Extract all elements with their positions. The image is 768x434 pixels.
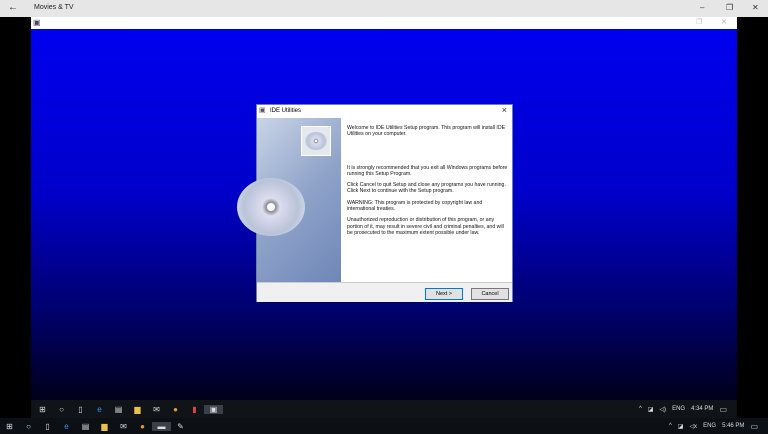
file-explorer-button[interactable]: ▆ xyxy=(95,422,114,431)
paint-button[interactable]: ✎ xyxy=(171,422,190,431)
task-view-icon: ▯ xyxy=(78,404,83,414)
installer-icon: ▣ xyxy=(259,107,266,114)
mail-icon: ✉ xyxy=(153,404,160,414)
video-area: ▣ ❐ ✕ ▣ IDE Utilities × Welcome to IDE U… xyxy=(31,17,737,418)
back-arrow-icon[interactable]: ← xyxy=(8,2,18,13)
recommend-text: It is strongly recommended that you exit… xyxy=(347,164,508,177)
inner-close-icon: ✕ xyxy=(721,19,727,26)
app-icon: ▮ xyxy=(192,404,197,414)
legal-text: Unauthorized reproduction or distributio… xyxy=(347,217,504,236)
edge-icon: e xyxy=(97,404,102,414)
setup-banner-image xyxy=(237,118,341,282)
inner-system-tray: ^ ◪ ◁) ENG 4:34 PM ▭ xyxy=(639,400,737,418)
setup-taskbar-icon: ▣ xyxy=(204,404,223,414)
inner-restore-icon: ❐ xyxy=(696,19,703,26)
next-button[interactable]: Next > xyxy=(425,288,463,300)
chrome-icon: ● xyxy=(173,404,178,414)
restore-icon[interactable]: ❐ xyxy=(726,3,733,12)
welcome-text: Welcome to IDE Utilities Setup program. … xyxy=(347,125,506,138)
movies-tv-button[interactable]: ▬ xyxy=(152,421,171,431)
dialog-close-icon[interactable]: × xyxy=(502,105,507,115)
clock[interactable]: 5:46 PM xyxy=(722,423,744,429)
store-button[interactable]: ▤ xyxy=(76,422,95,431)
cortana-icon: ○ xyxy=(59,404,64,414)
dialog-text: Welcome to IDE Utilities Setup program. … xyxy=(347,125,509,241)
mail-button[interactable]: ✉ xyxy=(114,422,133,431)
network-icon: ◪ xyxy=(647,406,654,413)
cancel-text: Click Cancel to quit Setup and close any… xyxy=(347,182,506,195)
start-button[interactable]: ⊞ xyxy=(0,422,19,431)
minimize-icon[interactable]: – xyxy=(700,3,704,12)
cancel-button[interactable]: Cancel xyxy=(471,288,509,300)
cd-thumbnail xyxy=(301,126,331,156)
app-title-bar: ← Movies & TV – ❐ ✕ xyxy=(0,0,768,17)
warning-text: WARNING: This program is protected by co… xyxy=(347,199,483,213)
inner-window-bar: ▣ ❐ ✕ xyxy=(31,17,737,29)
task-view-button[interactable]: ▯ xyxy=(38,422,57,431)
setup-dialog: ▣ IDE Utilities × Welcome to IDE Utiliti… xyxy=(237,104,513,302)
setup-background: ▣ IDE Utilities × Welcome to IDE Utiliti… xyxy=(31,29,737,400)
notification-icon: ▭ xyxy=(719,404,727,414)
edge-button[interactable]: e xyxy=(57,422,76,431)
language[interactable]: ENG xyxy=(703,423,716,429)
cd-image xyxy=(237,178,305,236)
tray-chevron-icon[interactable]: ^ xyxy=(669,423,672,429)
taskbar: ⊞ ○ ▯ e ▤ ▆ ✉ ● ▬ ✎ ^ ◪ ◁x ENG 5:46 PM ▭ xyxy=(0,418,768,434)
tray-chevron-icon: ^ xyxy=(638,406,642,412)
cortana-button[interactable]: ○ xyxy=(19,422,38,431)
dialog-title-bar: ▣ IDE Utilities × xyxy=(257,105,512,117)
network-icon[interactable]: ◪ xyxy=(678,423,684,430)
action-center-icon[interactable]: ▭ xyxy=(750,422,758,431)
dialog-button-bar: Next > Cancel xyxy=(257,282,512,302)
setup-app-icon: ▣ xyxy=(33,18,41,27)
close-icon[interactable]: ✕ xyxy=(752,3,759,12)
inner-language: ENG xyxy=(672,406,686,412)
file-explorer-icon: ▆ xyxy=(134,404,141,414)
inner-taskbar: ⊞ ○ ▯ e ▤ ▆ ✉ ● ▮ ▣ ^ ◪ ◁) ENG 4:34 PM ▭ xyxy=(31,400,737,418)
system-tray: ^ ◪ ◁x ENG 5:46 PM ▭ xyxy=(669,418,768,434)
chrome-button[interactable]: ● xyxy=(133,422,152,431)
inner-clock: 4:34 PM xyxy=(691,406,714,412)
app-title: Movies & TV xyxy=(34,4,74,11)
store-icon: ▤ xyxy=(114,404,123,414)
volume-icon: ◁) xyxy=(659,406,667,413)
volume-icon[interactable]: ◁x xyxy=(689,423,697,430)
dialog-title: IDE Utilities xyxy=(270,108,302,114)
start-icon: ⊞ xyxy=(39,404,46,414)
